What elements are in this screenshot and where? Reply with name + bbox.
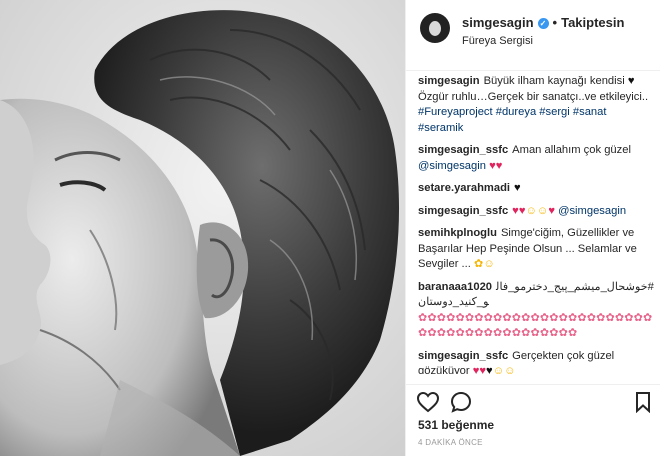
comment-username[interactable]: simgesagin_ssfc [418,350,508,362]
heart-emoji: ♥ [486,365,493,374]
portrait-illustration [0,0,405,456]
location-link[interactable]: Füreya Sergisi [462,35,533,47]
separator-dot: • [552,15,558,30]
likes-count[interactable]: 531 beğenme [418,418,494,432]
follow-status-button[interactable]: Takiptesin [561,15,624,30]
username-link[interactable]: simgesagin [462,15,534,30]
comment-item: simgesagin_ssfc Gerçekten çok güzel gözük… [418,349,654,375]
action-bar [406,384,660,417]
comment-username[interactable]: setare.yarahmadi [418,182,510,194]
heart-emoji: ♥ [514,182,521,194]
header-line: simgesagin ✓ • Takiptesin [462,15,624,30]
bookmark-icon[interactable] [634,391,652,413]
comment-username[interactable]: simgesagin_ssfc [418,144,508,156]
comment-item: baranaaa1020 #خوشحال_میشم_پیج_دخترمو_فالو… [418,280,654,342]
hashtag-link[interactable]: #sanat [573,106,607,118]
comment-bubble-icon[interactable] [450,391,472,413]
face-emoji: ☺☺ [525,204,549,217]
heart-emoji: ♥♥ [472,365,487,374]
heart-emoji: ♥ [627,75,635,87]
heart-emoji: ♥♥ [512,204,526,217]
post-timestamp: 4 DAKİKA ÖNCE [418,438,483,447]
heart-emoji: ♥♥ [489,159,503,172]
comments-list: simgesagin Büyük ilham kaynağı kendisi ♥ … [418,74,654,374]
avatar[interactable] [420,13,450,43]
comment-item: simgesagin Büyük ilham kaynağı kendisi ♥ … [418,74,654,136]
like-heart-icon[interactable] [416,391,440,413]
hashtag-link[interactable]: @simgesagin [558,205,626,217]
comment-username[interactable]: simgesagin_ssfc [418,205,508,217]
comment-item: setare.yarahmadi ♥ [418,181,654,197]
face-emoji: ✿☺ [473,258,495,270]
verified-badge-icon: ✓ [537,18,549,29]
comment-text: Aman allahım çok güzel [512,144,631,156]
comment-item: simgesagin_ssfc Aman allahım çok güzel @s… [418,143,654,174]
instagram-post: simgesagin ✓ • Takiptesin Füreya Sergisi si… [0,0,660,456]
comment-text: Büyük ilham kaynağı kendisi [483,75,628,87]
hashtag-link[interactable]: @simgesagin [418,160,486,172]
heart-emoji: ♥ [548,204,555,217]
hashtag-link[interactable]: #Fureyaproject [418,106,493,118]
post-sidebar: simgesagin ✓ • Takiptesin Füreya Sergisi si… [405,0,660,456]
hashtag-link[interactable]: #dureya [496,106,536,118]
comment-username[interactable]: semihkplnoglu [418,227,497,239]
flower-emoji: ✿✿✿✿✿✿✿✿✿✿✿✿✿✿✿✿✿✿✿✿✿✿✿✿✿✿✿✿✿✿✿✿✿✿✿✿✿✿✿✿… [418,311,653,340]
face-emoji: ☺☺ [492,365,516,374]
hashtag-link[interactable]: #sergi [539,106,569,118]
comment-text: Özgür ruhlu…Gerçek bir sanatçı..ve etkil… [418,90,649,103]
comment-username[interactable]: baranaaa1020 [418,281,492,293]
hashtag-link[interactable]: #seramik [418,122,463,134]
post-header: simgesagin ✓ • Takiptesin Füreya Sergisi [406,0,660,71]
comment-username[interactable]: simgesagin [418,75,480,87]
comment-item: simgesagin_ssfc ♥♥☺☺♥ @simgesagin [418,204,654,220]
post-photo[interactable] [0,0,405,456]
comment-item: semihkplnoglu Simge'ciğim, Güzellikler ve… [418,226,654,273]
